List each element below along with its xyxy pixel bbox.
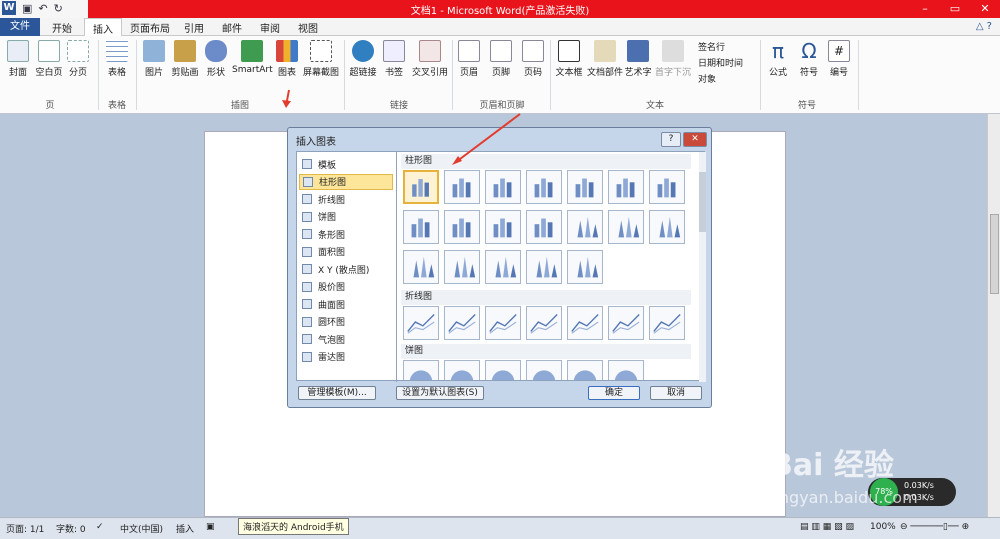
macro-icon[interactable]: ▣	[206, 522, 215, 532]
insert-mode[interactable]: 插入	[176, 522, 194, 535]
arrow-head-column	[452, 156, 462, 165]
language[interactable]: 中文(中国)	[120, 522, 163, 535]
word-count[interactable]: 字数: 0	[56, 522, 86, 535]
arrow-to-column-chart	[455, 113, 521, 163]
zoom-level[interactable]: 100%	[870, 522, 896, 532]
spellcheck-icon[interactable]: ✓	[96, 522, 104, 532]
taskbar-tooltip: 海浪滔天的 Android手机	[238, 518, 349, 535]
zoom-slider[interactable]: ⊖ ──────▯── ⊕	[900, 522, 969, 532]
watermark-brand: Bai 经验	[770, 448, 894, 483]
status-bar: 页面: 1/1 字数: 0 ✓ 中文(中国) 插入 ▣ ▤ ▥ ▦ ▧ ▨ 10…	[0, 517, 1000, 539]
watermark-url: jingyan.baidu.com	[770, 488, 918, 507]
arrow-head-chart	[282, 100, 291, 108]
page-count[interactable]: 页面: 1/1	[6, 522, 44, 535]
view-buttons[interactable]: ▤ ▥ ▦ ▧ ▨	[800, 522, 854, 532]
